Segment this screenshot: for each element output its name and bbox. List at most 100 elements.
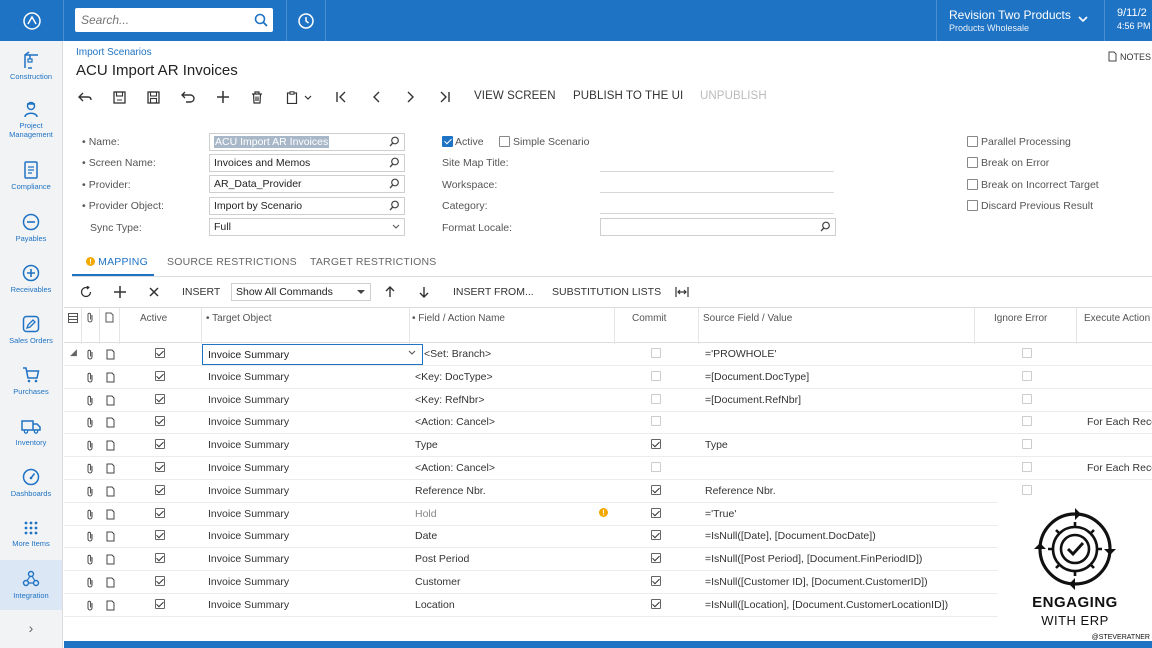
workspace-field[interactable] xyxy=(600,192,834,193)
nav-item-integration[interactable]: Integration xyxy=(0,560,62,610)
note-icon[interactable] xyxy=(106,440,115,451)
command-filter-select[interactable]: Show All Commands xyxy=(231,283,371,301)
undo-icon[interactable] xyxy=(179,86,197,108)
category-field[interactable] xyxy=(600,213,834,214)
notes-button[interactable]: NOTES xyxy=(1108,51,1151,62)
target-object[interactable]: Invoice Summary xyxy=(208,439,289,451)
source-field-value[interactable]: =IsNull([Customer ID], [Document.Custome… xyxy=(705,576,928,588)
global-search[interactable] xyxy=(75,8,273,32)
target-object[interactable]: Invoice Summary xyxy=(208,394,289,406)
nav-item-construction[interactable]: Construction xyxy=(0,41,62,91)
commit-checkbox[interactable] xyxy=(651,393,661,404)
active-checkbox[interactable] xyxy=(155,416,165,427)
attachment-icon[interactable] xyxy=(86,577,94,588)
table-row[interactable]: ◢ Invoice Summary <Set: Branch> ='PROWHOLE' xyxy=(64,343,1152,366)
attachment-icon[interactable] xyxy=(86,600,94,611)
save-icon[interactable] xyxy=(144,86,162,108)
target-object[interactable]: Invoice Summary xyxy=(208,371,289,383)
note-icon[interactable] xyxy=(106,600,115,611)
move-down-icon[interactable] xyxy=(416,283,432,301)
ignore-error-checkbox[interactable] xyxy=(1022,416,1032,427)
break-on-incorrect-target-checkbox[interactable] xyxy=(967,179,978,190)
history-icon[interactable] xyxy=(286,0,326,41)
active-checkbox[interactable] xyxy=(442,136,453,147)
field-action-name[interactable]: <Key: RefNbr> xyxy=(415,394,484,406)
note-icon[interactable] xyxy=(106,463,115,474)
first-record-icon[interactable] xyxy=(332,86,350,108)
nav-item-dashboards[interactable]: Dashboards xyxy=(0,458,62,508)
target-object[interactable]: Invoice Summary xyxy=(208,599,289,611)
breadcrumb[interactable]: Import Scenarios xyxy=(76,47,152,58)
attachment-icon[interactable] xyxy=(86,372,94,383)
commit-checkbox[interactable] xyxy=(651,576,661,586)
name-field[interactable]: ACU Import AR Invoices xyxy=(209,133,405,151)
save-close-icon[interactable] xyxy=(110,86,128,108)
nav-item-project-management[interactable]: Project Management xyxy=(0,91,62,147)
tab-source-restrictions[interactable]: SOURCE RESTRICTIONS xyxy=(167,256,297,268)
active-checkbox[interactable] xyxy=(155,530,165,541)
source-field-value[interactable]: =IsNull([Date], [Document.DocDate]) xyxy=(705,530,876,542)
insert-from-button[interactable]: INSERT FROM... xyxy=(453,286,534,298)
attachment-icon[interactable] xyxy=(86,554,94,565)
source-field-value[interactable]: ='True' xyxy=(705,508,736,520)
attachment-icon[interactable] xyxy=(86,440,94,451)
col-field-action[interactable]: • Field / Action Name xyxy=(412,313,505,324)
ignore-error-checkbox[interactable] xyxy=(1022,393,1032,404)
target-object-select[interactable]: Invoice Summary xyxy=(202,344,423,365)
previous-record-icon[interactable] xyxy=(367,86,385,108)
field-action-name[interactable]: Hold xyxy=(415,508,437,520)
fit-columns-icon[interactable] xyxy=(673,283,691,301)
note-icon[interactable] xyxy=(106,372,115,383)
col-target-object[interactable]: • Target Object xyxy=(206,313,272,324)
field-action-name[interactable]: <Action: Cancel> xyxy=(415,416,495,428)
source-field-value[interactable]: Reference Nbr. xyxy=(705,485,776,497)
target-object[interactable]: Invoice Summary xyxy=(208,508,289,520)
attachment-icon[interactable] xyxy=(86,509,94,520)
attachment-icon[interactable] xyxy=(86,417,94,428)
attachment-icon[interactable] xyxy=(86,486,94,497)
last-record-icon[interactable] xyxy=(436,86,454,108)
field-action-name[interactable]: <Key: DocType> xyxy=(415,371,493,383)
field-action-name[interactable]: <Set: Branch> xyxy=(424,348,491,360)
delete-row-icon[interactable] xyxy=(146,283,162,301)
note-icon[interactable] xyxy=(106,349,115,360)
ignore-error-checkbox[interactable] xyxy=(1022,348,1032,358)
target-object[interactable]: Invoice Summary xyxy=(208,485,289,497)
table-row[interactable]: Invoice Summary Reference Nbr. Reference N… xyxy=(64,480,1152,503)
col-ignore-error[interactable]: Ignore Error xyxy=(994,313,1047,324)
commit-checkbox[interactable] xyxy=(651,416,661,427)
add-icon[interactable] xyxy=(214,86,232,108)
active-checkbox[interactable] xyxy=(155,393,165,404)
tab-target-restrictions[interactable]: TARGET RESTRICTIONS xyxy=(310,256,437,268)
active-checkbox[interactable] xyxy=(155,576,165,586)
source-field-value[interactable]: ='PROWHOLE' xyxy=(705,348,776,360)
nav-item-compliance[interactable]: Compliance xyxy=(0,151,62,201)
commit-checkbox[interactable] xyxy=(651,439,661,450)
company-selector[interactable]: Revision Two Products Products Wholesale xyxy=(936,0,1102,41)
nav-item-purchases[interactable]: Purchases xyxy=(0,356,62,406)
commit-checkbox[interactable] xyxy=(651,530,661,541)
search-icon[interactable] xyxy=(249,13,273,27)
table-row[interactable]: Invoice Summary Hold ='True' xyxy=(64,503,1152,526)
move-up-icon[interactable] xyxy=(382,283,398,301)
discard-previous-result-checkbox[interactable] xyxy=(967,200,978,211)
nav-expand-button[interactable]: › xyxy=(0,616,62,640)
copy-paste-menu[interactable] xyxy=(283,86,315,108)
attachment-icon[interactable] xyxy=(86,463,94,474)
nav-item-receivables[interactable]: Receivables xyxy=(0,254,62,304)
note-icon[interactable] xyxy=(106,554,115,565)
field-action-name[interactable]: Date xyxy=(415,530,437,542)
break-on-error-checkbox[interactable] xyxy=(967,157,978,168)
table-row[interactable]: Invoice Summary <Action: Cancel> For Each … xyxy=(64,411,1152,435)
sync-type-select[interactable]: Full xyxy=(209,218,405,236)
source-field-value[interactable]: Type xyxy=(705,439,728,451)
execute-action-value[interactable]: For Each Reco xyxy=(1087,462,1152,474)
nav-item-payables[interactable]: Payables xyxy=(0,203,62,253)
search-icon[interactable] xyxy=(389,200,400,211)
field-action-name[interactable]: Location xyxy=(415,599,455,611)
field-action-name[interactable]: <Action: Cancel> xyxy=(415,462,495,474)
col-source-field[interactable]: Source Field / Value xyxy=(703,313,792,324)
target-object[interactable]: Invoice Summary xyxy=(208,416,289,428)
note-icon[interactable] xyxy=(106,486,115,497)
source-field-value[interactable]: =IsNull([Post Period], [Document.FinPeri… xyxy=(705,553,922,565)
